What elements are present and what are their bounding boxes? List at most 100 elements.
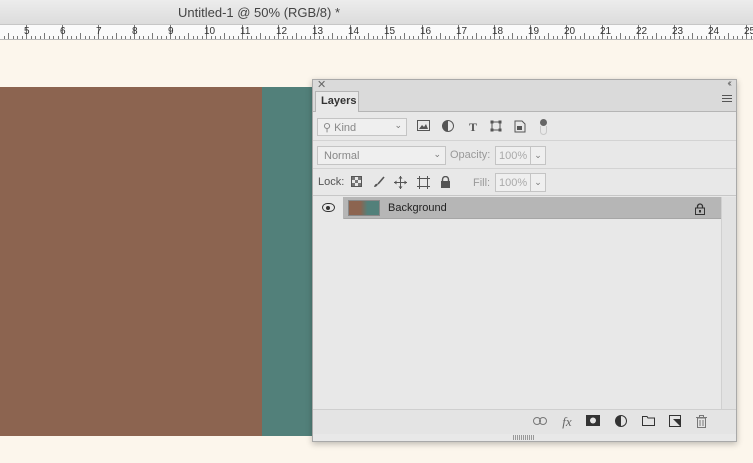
- ruler-tick: [629, 36, 630, 39]
- ruler-tick: [193, 36, 194, 39]
- layers-panel: ✕ ‹‹ Layers ⚲ Kind ⌄ T Normal ⌄ Opacity:…: [312, 78, 737, 442]
- ruler-tick: [521, 36, 522, 39]
- lock-artboard-icon[interactable]: [417, 176, 430, 189]
- ruler-tick: [332, 33, 333, 39]
- ruler-label: 23: [672, 26, 684, 37]
- ruler-tick: [22, 36, 23, 39]
- ruler-tick: [121, 36, 122, 39]
- fill-field[interactable]: 100% ⌄: [495, 173, 546, 192]
- ruler-tick: [683, 36, 684, 39]
- ruler-tick: [310, 36, 311, 39]
- fx-icon[interactable]: fx: [560, 415, 574, 429]
- filter-kind-label: Kind: [334, 122, 357, 134]
- lock-transparent-icon[interactable]: [350, 176, 363, 189]
- ruler-tick: [143, 36, 144, 39]
- ruler-tick: [701, 36, 702, 39]
- ruler-tick: [719, 36, 720, 39]
- ruler-tick: [625, 36, 626, 39]
- layer-name[interactable]: Background: [388, 202, 447, 214]
- new-layer-icon[interactable]: [668, 415, 682, 429]
- adjustment-icon[interactable]: [614, 415, 628, 429]
- mask-icon[interactable]: [586, 415, 600, 429]
- ruler-tick: [67, 36, 68, 39]
- lock-all-icon[interactable]: [439, 175, 452, 189]
- ruler-tick: [652, 36, 653, 39]
- ruler-tick: [737, 36, 738, 39]
- ruler-tick: [589, 36, 590, 39]
- ruler-tick: [449, 36, 450, 39]
- ruler-label: 5: [24, 26, 30, 37]
- ruler-tick: [35, 36, 36, 39]
- ruler-tick: [373, 36, 374, 39]
- panel-footer: fx: [313, 409, 736, 434]
- window-titlebar: Untitled-1 @ 50% (RGB/8) *: [0, 0, 753, 25]
- ruler-tick: [116, 33, 117, 39]
- blend-mode-select[interactable]: Normal ⌄: [317, 146, 446, 165]
- horizontal-ruler[interactable]: 5 6 7 8 9 10 11 12 13 14 15 16 17 18 19 20 21 22 23 24 25: [0, 25, 753, 40]
- ruler-tick: [256, 36, 257, 39]
- trash-icon[interactable]: [694, 415, 708, 429]
- ruler-tick: [661, 36, 662, 39]
- ruler-tick: [40, 36, 41, 39]
- panel-header-strip[interactable]: ✕ ‹‹: [313, 78, 736, 91]
- ruler-tick: [238, 36, 239, 39]
- ruler-tick: [179, 36, 180, 39]
- ruler-tick: [71, 36, 72, 39]
- layers-scrollbar[interactable]: [721, 197, 736, 409]
- ruler-tick: [233, 36, 234, 39]
- ruler-tick: [418, 36, 419, 39]
- chevron-down-icon[interactable]: ⌄: [530, 173, 546, 192]
- ruler-tick: [188, 33, 189, 39]
- ruler-label: 8: [132, 26, 138, 37]
- smart-object-filter-icon[interactable]: [513, 120, 527, 134]
- link-icon[interactable]: [533, 415, 547, 429]
- ruler-label: 24: [708, 26, 720, 37]
- ruler-tick: [341, 36, 342, 39]
- filter-kind-select[interactable]: ⚲ Kind ⌄: [317, 118, 407, 136]
- ruler-tick: [553, 36, 554, 39]
- folder-icon[interactable]: [641, 415, 655, 429]
- collapse-icon[interactable]: ‹‹: [727, 78, 731, 89]
- canvas-brown-region[interactable]: [0, 87, 262, 436]
- shape-filter-icon[interactable]: [489, 120, 503, 134]
- ruler-tick: [733, 36, 734, 39]
- ruler-tick: [611, 36, 612, 39]
- ruler-tick: [296, 33, 297, 39]
- close-icon[interactable]: ✕: [317, 78, 326, 91]
- ruler-tick: [368, 33, 369, 39]
- chevron-down-icon: ⌄: [433, 149, 441, 159]
- ruler-tick: [287, 36, 288, 39]
- canvas-teal-region[interactable]: [262, 87, 317, 436]
- ruler-tick: [161, 36, 162, 39]
- layer-row[interactable]: Background: [313, 197, 721, 219]
- ruler-tick: [476, 33, 477, 39]
- tab-layers[interactable]: Layers: [315, 91, 359, 112]
- window-title: Untitled-1 @ 50% (RGB/8) *: [178, 5, 341, 20]
- search-icon: ⚲: [323, 122, 332, 134]
- adjustment-filter-icon[interactable]: [441, 120, 455, 134]
- ruler-label: 12: [276, 26, 288, 37]
- visibility-toggle[interactable]: [313, 197, 344, 219]
- panel-resize-grip[interactable]: [513, 435, 535, 440]
- lock-paint-icon[interactable]: [372, 176, 385, 189]
- image-filter-icon[interactable]: [416, 120, 430, 134]
- lock-position-icon[interactable]: [394, 176, 407, 189]
- ruler-label: 11: [240, 26, 251, 37]
- ruler-tick: [562, 36, 563, 39]
- ruler-tick: [274, 36, 275, 39]
- chevron-down-icon: ⌄: [394, 120, 402, 130]
- ruler-label: 16: [420, 26, 432, 37]
- ruler-tick: [481, 36, 482, 39]
- panel-menu-icon[interactable]: [722, 95, 732, 104]
- ruler-label: 15: [384, 26, 396, 37]
- filter-toggle-switch[interactable]: [539, 119, 548, 135]
- ruler-tick: [85, 36, 86, 39]
- ruler-tick: [152, 33, 153, 39]
- ruler-tick: [593, 36, 594, 39]
- opacity-field[interactable]: 100% ⌄: [495, 146, 546, 165]
- ruler-tick: [634, 36, 635, 39]
- ruler-tick: [265, 36, 266, 39]
- layers-list: Background: [313, 197, 721, 409]
- chevron-down-icon[interactable]: ⌄: [530, 146, 546, 165]
- type-filter-icon[interactable]: T: [466, 120, 480, 134]
